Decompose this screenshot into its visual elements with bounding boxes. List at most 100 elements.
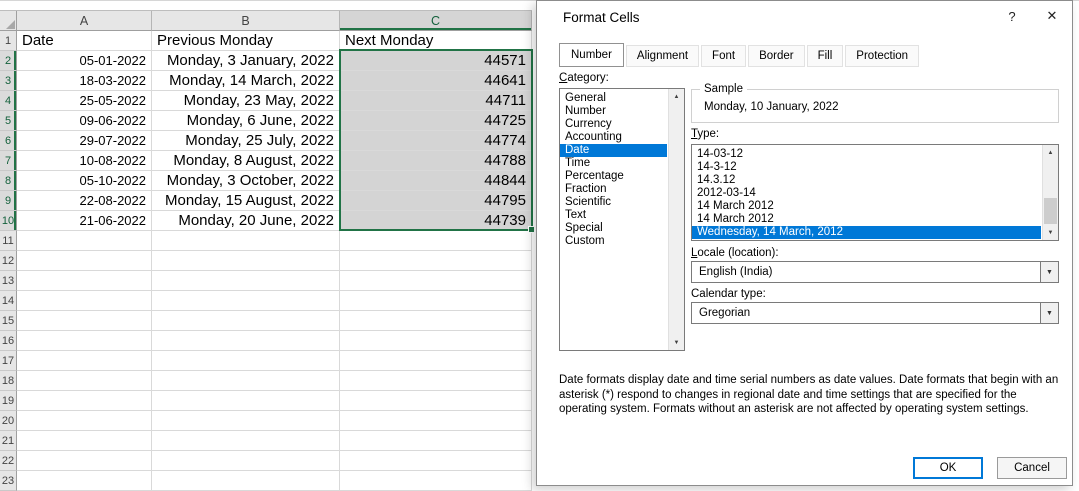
cell-C23[interactable] xyxy=(340,471,532,491)
cell-A5[interactable]: 09-06-2022 xyxy=(17,111,152,131)
cell-C19[interactable] xyxy=(340,391,532,411)
row-header-8[interactable]: 8 xyxy=(0,171,17,191)
cell-C18[interactable] xyxy=(340,371,532,391)
cell-A11[interactable] xyxy=(17,231,152,251)
tab-fill[interactable]: Fill xyxy=(806,45,844,67)
type-scrollbar[interactable]: ▲ ▼ xyxy=(1042,145,1058,240)
cell-A1[interactable]: Date xyxy=(17,31,152,51)
ok-button[interactable]: OK xyxy=(913,457,983,479)
category-item-date[interactable]: Date xyxy=(560,144,667,157)
cell-C4[interactable]: 44711 xyxy=(340,91,532,111)
row-header-11[interactable]: 11 xyxy=(0,231,17,251)
type-list[interactable]: 14-03-12 14-3-12 14.3.12 2012-03-14 14 March… xyxy=(691,144,1059,241)
row-header-5[interactable]: 5 xyxy=(0,111,17,131)
cell-C20[interactable] xyxy=(340,411,532,431)
cell-B12[interactable] xyxy=(152,251,340,271)
cell-C21[interactable] xyxy=(340,431,532,451)
cell-A22[interactable] xyxy=(17,451,152,471)
category-item-percentage[interactable]: Percentage xyxy=(560,170,667,183)
cell-C5[interactable]: 44725 xyxy=(340,111,532,131)
tab-alignment[interactable]: Alignment xyxy=(625,45,700,67)
cell-C22[interactable] xyxy=(340,451,532,471)
row-header-21[interactable]: 21 xyxy=(0,431,17,451)
cell-C2[interactable]: 44571 xyxy=(340,51,532,71)
cell-B21[interactable] xyxy=(152,431,340,451)
cell-B11[interactable] xyxy=(152,231,340,251)
row-header-3[interactable]: 3 xyxy=(0,71,17,91)
cell-B17[interactable] xyxy=(152,351,340,371)
row-header-6[interactable]: 6 xyxy=(0,131,17,151)
cell-A3[interactable]: 18-03-2022 xyxy=(17,71,152,91)
category-item-text[interactable]: Text xyxy=(560,209,667,222)
category-item-number[interactable]: Number xyxy=(560,105,667,118)
cell-A18[interactable] xyxy=(17,371,152,391)
cell-C7[interactable]: 44788 xyxy=(340,151,532,171)
category-item-general[interactable]: General xyxy=(560,92,667,105)
row-header-9[interactable]: 9 xyxy=(0,191,17,211)
calendar-dropdown[interactable]: Gregorian ▼ xyxy=(691,302,1059,324)
cell-A8[interactable]: 05-10-2022 xyxy=(17,171,152,191)
category-item-accounting[interactable]: Accounting xyxy=(560,131,667,144)
cell-C15[interactable] xyxy=(340,311,532,331)
row-header-16[interactable]: 16 xyxy=(0,331,17,351)
cell-B8[interactable]: Monday, 3 October, 2022 xyxy=(152,171,340,191)
cell-B20[interactable] xyxy=(152,411,340,431)
category-item-currency[interactable]: Currency xyxy=(560,118,667,131)
locale-dropdown[interactable]: English (India) ▼ xyxy=(691,261,1059,283)
scroll-down-icon[interactable]: ▼ xyxy=(1043,225,1058,240)
cell-B14[interactable] xyxy=(152,291,340,311)
row-header-14[interactable]: 14 xyxy=(0,291,17,311)
cell-A20[interactable] xyxy=(17,411,152,431)
cell-C12[interactable] xyxy=(340,251,532,271)
cell-A7[interactable]: 10-08-2022 xyxy=(17,151,152,171)
cell-B13[interactable] xyxy=(152,271,340,291)
cell-B2[interactable]: Monday, 3 January, 2022 xyxy=(152,51,340,71)
row-header-7[interactable]: 7 xyxy=(0,151,17,171)
category-scrollbar[interactable]: ▲ ▼ xyxy=(668,89,684,350)
row-header-22[interactable]: 22 xyxy=(0,451,17,471)
cell-B7[interactable]: Monday, 8 August, 2022 xyxy=(152,151,340,171)
cell-B22[interactable] xyxy=(152,451,340,471)
row-header-17[interactable]: 17 xyxy=(0,351,17,371)
cell-B4[interactable]: Monday, 23 May, 2022 xyxy=(152,91,340,111)
cell-A9[interactable]: 22-08-2022 xyxy=(17,191,152,211)
tab-font[interactable]: Font xyxy=(701,45,747,67)
tab-protection[interactable]: Protection xyxy=(845,45,920,67)
category-item-time[interactable]: Time xyxy=(560,157,667,170)
cell-C3[interactable]: 44641 xyxy=(340,71,532,91)
dropdown-arrow-icon[interactable]: ▼ xyxy=(1040,303,1058,323)
cell-B10[interactable]: Monday, 20 June, 2022 xyxy=(152,211,340,231)
cell-A15[interactable] xyxy=(17,311,152,331)
type-item-3[interactable]: 2012-03-14 xyxy=(692,187,1041,200)
category-item-scientific[interactable]: Scientific xyxy=(560,196,667,209)
type-item-6[interactable]: Wednesday, 14 March, 2012 xyxy=(692,226,1041,239)
cell-A19[interactable] xyxy=(17,391,152,411)
dialog-titlebar[interactable]: Format Cells ? ✕ xyxy=(537,1,1072,33)
cell-C8[interactable]: 44844 xyxy=(340,171,532,191)
category-item-special[interactable]: Special xyxy=(560,222,667,235)
row-header-23[interactable]: 23 xyxy=(0,471,17,491)
category-item-custom[interactable]: Custom xyxy=(560,235,667,248)
row-header-15[interactable]: 15 xyxy=(0,311,17,331)
cell-C9[interactable]: 44795 xyxy=(340,191,532,211)
row-header-20[interactable]: 20 xyxy=(0,411,17,431)
cell-C13[interactable] xyxy=(340,271,532,291)
category-list[interactable]: General Number Currency Accounting Date Time P… xyxy=(559,88,685,351)
cell-B23[interactable] xyxy=(152,471,340,491)
cell-A17[interactable] xyxy=(17,351,152,371)
scroll-down-icon[interactable]: ▼ xyxy=(669,335,684,350)
cell-A23[interactable] xyxy=(17,471,152,491)
type-item-1[interactable]: 14-3-12 xyxy=(692,161,1041,174)
cell-B16[interactable] xyxy=(152,331,340,351)
type-item-2[interactable]: 14.3.12 xyxy=(692,174,1041,187)
cell-C1[interactable]: Next Monday xyxy=(340,31,532,51)
type-item-5[interactable]: 14 March 2012 xyxy=(692,213,1041,226)
cell-C6[interactable]: 44774 xyxy=(340,131,532,151)
tab-border[interactable]: Border xyxy=(748,45,805,67)
row-header-4[interactable]: 4 xyxy=(0,91,17,111)
cell-A13[interactable] xyxy=(17,271,152,291)
cell-B18[interactable] xyxy=(152,371,340,391)
help-button[interactable]: ? xyxy=(992,1,1032,31)
row-header-2[interactable]: 2 xyxy=(0,51,17,71)
cell-B5[interactable]: Monday, 6 June, 2022 xyxy=(152,111,340,131)
